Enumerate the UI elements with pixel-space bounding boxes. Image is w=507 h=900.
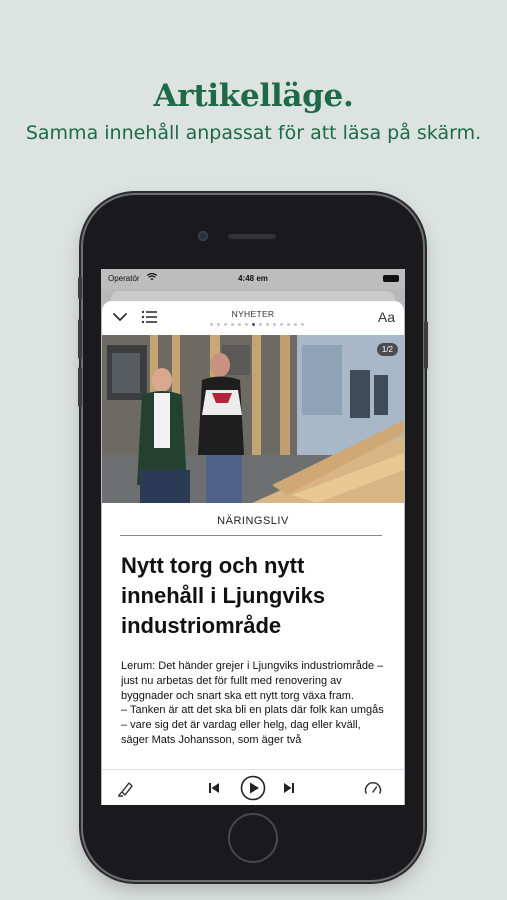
article-title: Nytt torg och nytt innehåll i Ljungviks … [121,553,326,638]
volume-down-button [78,367,82,407]
page-dot [259,323,262,326]
page-dot [231,323,234,326]
skip-forward-icon[interactable] [283,782,295,794]
battery-icon [383,275,399,282]
page-dot-active [252,323,255,326]
phone-frame: Operatör 4:48 em NYHETER Aa 1/2 NÄRINGSL… [78,195,428,880]
page-dot [245,323,248,326]
power-button [424,321,428,369]
page-dot [294,323,297,326]
article-category: NÄRINGSLIV [217,515,289,527]
skip-back-icon[interactable] [208,782,220,794]
text-size-button[interactable]: Aa [378,309,395,325]
page-dot [301,323,304,326]
mute-switch [78,277,82,299]
article-body: Lerum: Det händer grejer i Ljungviks ind… [121,660,384,746]
category-divider [120,535,382,536]
home-button[interactable] [228,813,278,863]
status-bar: Operatör 4:48 em [101,269,405,289]
page-dot [287,323,290,326]
phone-screen: Operatör 4:48 em NYHETER Aa 1/2 NÄRINGSL… [101,269,405,805]
page-dot [273,323,276,326]
play-icon[interactable] [240,775,266,801]
page-dot [224,323,227,326]
front-camera [198,231,208,241]
article-photo[interactable]: 1/2 [102,335,404,503]
clock: 4:48 em [238,274,268,283]
highlighter-icon[interactable] [116,780,134,798]
page-dot [217,323,220,326]
page-dot [280,323,283,326]
photo-image [102,335,404,503]
page-dot [238,323,241,326]
speed-gauge-icon[interactable] [364,781,382,795]
page-dot [210,323,213,326]
section-label: NYHETER [231,309,275,319]
promo-subtitle: Samma innehåll anpassat för att läsa på … [25,122,482,144]
audio-bottom-bar [102,769,404,805]
promo-title: Artikelläge. [153,78,354,114]
article-sheet: NYHETER Aa 1/2 NÄRINGSLIV Nytt torg och … [102,301,404,805]
page-indicator [210,323,304,326]
page-dot [266,323,269,326]
earpiece-speaker [228,234,276,239]
photo-counter: 1/2 [376,343,398,356]
article-top-bar: NYHETER Aa [102,301,404,335]
volume-up-button [78,319,82,359]
